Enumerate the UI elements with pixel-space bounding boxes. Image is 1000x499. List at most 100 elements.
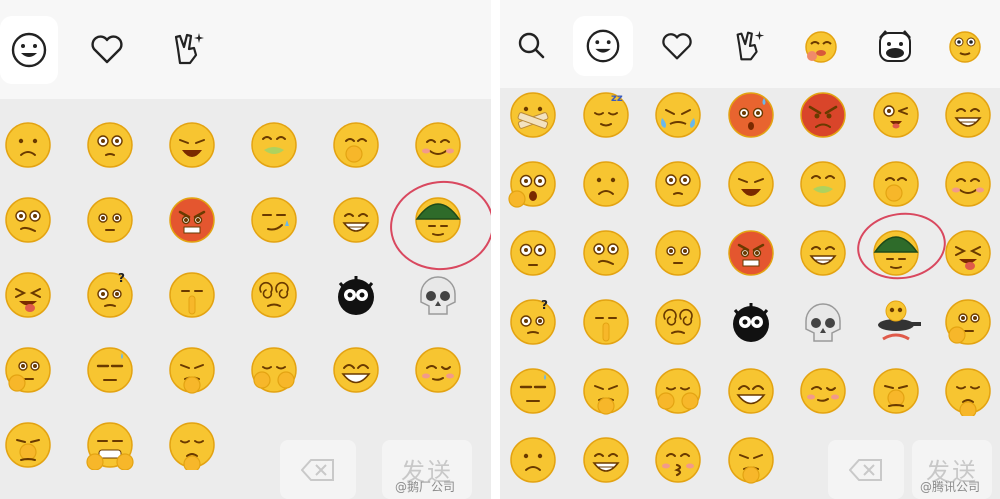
emoji-hmph[interactable] bbox=[726, 435, 776, 485]
emoji-question[interactable]: ? bbox=[508, 297, 558, 347]
shock-emoji-icon bbox=[508, 161, 556, 208]
emoji-think[interactable] bbox=[3, 345, 53, 395]
emoji-skull[interactable] bbox=[798, 297, 848, 347]
laugh-emoji-icon bbox=[727, 368, 774, 414]
emoji-skull[interactable] bbox=[413, 270, 463, 320]
emoji-shush[interactable] bbox=[167, 270, 217, 320]
emoji-frown[interactable] bbox=[3, 120, 53, 170]
favorites-tab[interactable] bbox=[655, 24, 699, 68]
emoji-hmph[interactable] bbox=[167, 345, 217, 395]
sigh-emoji-icon bbox=[169, 422, 215, 470]
emoji-sob[interactable] bbox=[726, 159, 776, 209]
emoji-glance[interactable] bbox=[653, 159, 703, 209]
helmet-emoji-icon bbox=[872, 230, 919, 276]
emoji-tongue-squint[interactable] bbox=[943, 228, 993, 278]
emoji-hmph[interactable] bbox=[581, 366, 631, 416]
goofy-sticker-tab[interactable] bbox=[943, 24, 987, 68]
emoji-cry[interactable] bbox=[653, 90, 703, 140]
emoji-dizzy[interactable] bbox=[653, 297, 703, 347]
emoji-blush[interactable] bbox=[413, 345, 463, 395]
emoji-grin[interactable] bbox=[331, 195, 381, 245]
delete-button[interactable] bbox=[280, 440, 356, 499]
hmph-emoji-icon bbox=[169, 347, 215, 394]
emoji-snicker[interactable] bbox=[871, 159, 921, 209]
emoji-angry[interactable] bbox=[726, 228, 776, 278]
emoji-kiss[interactable] bbox=[653, 435, 703, 485]
pet-sticker-tab[interactable] bbox=[799, 24, 843, 68]
emoji-frown[interactable] bbox=[581, 159, 631, 209]
emoji-wince[interactable] bbox=[798, 159, 848, 209]
rage-emoji-icon bbox=[800, 92, 846, 138]
emoji-wince[interactable] bbox=[249, 120, 299, 170]
emoji-sleepy[interactable]: zz bbox=[581, 90, 631, 140]
emoji-sigh[interactable] bbox=[167, 420, 217, 470]
emoji-helmet[interactable] bbox=[413, 195, 463, 245]
peek-emoji-icon bbox=[655, 368, 701, 414]
emoji-frown[interactable] bbox=[508, 435, 558, 485]
favorites-tab[interactable] bbox=[84, 26, 130, 72]
emoji-smile[interactable] bbox=[413, 120, 463, 170]
emoji-black-cat[interactable] bbox=[331, 270, 381, 320]
emoji-grin[interactable] bbox=[581, 435, 631, 485]
emoji-stare[interactable] bbox=[508, 228, 558, 278]
emoji-speechless[interactable] bbox=[508, 366, 558, 416]
emoji-pan-head[interactable] bbox=[871, 297, 921, 347]
emoji-grin[interactable] bbox=[943, 90, 993, 140]
emoji-grin[interactable] bbox=[798, 228, 848, 278]
emoji-sigh[interactable] bbox=[943, 366, 993, 416]
emoji-laugh[interactable] bbox=[331, 345, 381, 395]
frown-emoji-icon bbox=[582, 161, 629, 207]
blush-emoji-icon bbox=[800, 368, 846, 414]
emoji-smirk[interactable] bbox=[249, 195, 299, 245]
emoji-sob[interactable] bbox=[167, 120, 217, 170]
cow-sticker-tab[interactable] bbox=[873, 24, 917, 68]
speechless-emoji-icon bbox=[87, 347, 133, 393]
smiley-tab[interactable] bbox=[573, 16, 633, 76]
emoji-wink[interactable] bbox=[871, 90, 921, 140]
smiley-tab[interactable] bbox=[0, 16, 58, 84]
search-tab[interactable] bbox=[509, 23, 553, 67]
emoji-laugh[interactable] bbox=[726, 366, 776, 416]
emoji-mute[interactable] bbox=[508, 90, 558, 140]
emoji-facepalm[interactable] bbox=[871, 366, 921, 416]
emoji-shush[interactable] bbox=[581, 297, 631, 347]
gesture-tab[interactable] bbox=[726, 22, 772, 70]
emoji-rage[interactable] bbox=[798, 90, 848, 140]
emoji-facepalm[interactable] bbox=[3, 420, 53, 470]
emoji-blank[interactable] bbox=[85, 195, 135, 245]
cow-sticker-icon bbox=[879, 30, 911, 62]
emoji-smile[interactable] bbox=[943, 159, 993, 209]
goofy-face-icon bbox=[949, 31, 981, 63]
emoji-helmet[interactable] bbox=[871, 228, 921, 278]
emoji-peek[interactable] bbox=[249, 345, 299, 395]
question-emoji-icon: ? bbox=[510, 298, 556, 345]
emoji-puzzled[interactable] bbox=[581, 228, 631, 278]
sleepy-emoji-icon: zz bbox=[582, 92, 629, 138]
emoji-dizzy[interactable] bbox=[249, 270, 299, 320]
emoji-blush[interactable] bbox=[798, 366, 848, 416]
emoji-question[interactable]: ? bbox=[85, 270, 135, 320]
emoji-angry[interactable] bbox=[167, 195, 217, 245]
tongue-squint-emoji-icon bbox=[945, 230, 991, 276]
emoji-shock[interactable] bbox=[508, 159, 558, 209]
delete-button[interactable] bbox=[828, 440, 904, 499]
emoji-scared[interactable] bbox=[726, 90, 776, 140]
scared-emoji-icon bbox=[727, 92, 774, 138]
emoji-snicker[interactable] bbox=[331, 120, 381, 170]
skull-emoji-icon bbox=[805, 303, 841, 342]
dizzy-emoji-icon bbox=[655, 299, 701, 345]
kiss-emoji-icon bbox=[655, 437, 701, 483]
emoji-black-cat[interactable] bbox=[726, 297, 776, 347]
emoji-blank[interactable] bbox=[653, 228, 703, 278]
emoji-peek[interactable] bbox=[653, 366, 703, 416]
emoji-speechless[interactable] bbox=[85, 345, 135, 395]
left-emoji-toolbar bbox=[0, 0, 491, 99]
emoji-think[interactable] bbox=[943, 297, 993, 347]
emoji-pouty[interactable] bbox=[85, 420, 135, 470]
victory-hand-icon bbox=[174, 33, 204, 65]
gesture-tab[interactable] bbox=[164, 24, 212, 74]
emoji-tongue-squint[interactable] bbox=[3, 270, 53, 320]
emoji-glance[interactable] bbox=[85, 120, 135, 170]
emoji-puzzled[interactable] bbox=[3, 195, 53, 245]
facepalm-emoji-icon bbox=[872, 368, 919, 414]
